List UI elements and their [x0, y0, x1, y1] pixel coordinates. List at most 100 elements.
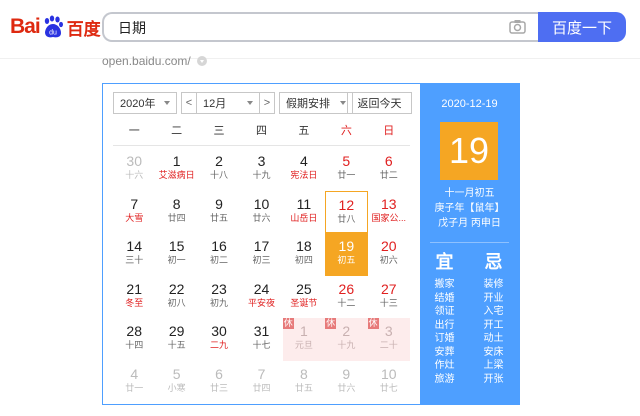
calendar-day-cell[interactable]: 6 廿三	[198, 361, 240, 404]
calendar-day-cell[interactable]: 4 廿一	[113, 361, 155, 404]
logo-text-cn: 百度	[66, 19, 101, 39]
calendar-day-cell[interactable]: 3 十九	[240, 148, 282, 191]
month-select[interactable]: 12月	[197, 92, 260, 114]
lunar-label: 二十	[379, 340, 398, 350]
yi-item: 出行	[434, 319, 455, 331]
calendar-day-cell[interactable]: 27 十三	[368, 276, 410, 319]
calendar-day-cell[interactable]: 19 初五	[325, 233, 368, 276]
calendar-day-cell[interactable]: 25 圣诞节	[283, 276, 325, 319]
day-number: 30	[126, 153, 142, 169]
day-number: 25	[296, 280, 312, 297]
lunar-label: 冬至	[125, 297, 144, 308]
calendar-day-cell[interactable]: 23 初九	[198, 276, 240, 319]
lunar-info: 十一月初五 庚子年【鼠年】 戊子月 丙申日	[420, 186, 519, 231]
calendar-day-cell[interactable]: 30 二九	[198, 318, 240, 361]
yi-column: 宜 搬家 结婚 领证 出行 订婚 安葬 作灶 旅游	[420, 248, 469, 386]
calendar-day-cell[interactable]: 15 初一	[155, 233, 197, 276]
calendar-day-cell[interactable]: 10 廿七	[368, 361, 410, 404]
holiday-rest-badge: 休	[282, 318, 294, 329]
calendar-day-cell[interactable]: 4 宪法日	[283, 148, 325, 191]
calendar-day-cell[interactable]: 16 初二	[198, 233, 240, 276]
lunar-label: 廿五	[210, 212, 229, 223]
calendar-day-cell[interactable]: 14 三十	[113, 233, 155, 276]
year-select-value: 2020年	[120, 98, 156, 110]
result-url[interactable]: open.baidu.com/	[102, 54, 207, 68]
lunar-month-day: 戊子月 丙申日	[438, 218, 501, 229]
calendar-day-cell[interactable]: 28 十四	[113, 318, 155, 361]
ji-column: 忌 装修 开业 入宅 开工 动土 安床 上梁 开张	[469, 248, 518, 386]
yi-item: 搬家	[434, 279, 455, 290]
camera-icon[interactable]	[509, 19, 526, 39]
calendar-day-cell[interactable]: 13 国家公...	[368, 191, 410, 234]
calendar-day-cell[interactable]: 20 初六	[368, 233, 410, 276]
day-number: 21	[126, 280, 142, 297]
result-url-text[interactable]: open.baidu.com/	[102, 54, 191, 68]
calendar-day-cell[interactable]: 24 平安夜	[240, 276, 282, 319]
prev-month-button[interactable]: <	[181, 92, 197, 114]
day-number: 16	[211, 238, 227, 254]
calendar-day-cell[interactable]: 休 1 元旦	[282, 318, 326, 361]
search-box	[102, 12, 538, 42]
calendar-day-cell[interactable]: 8 廿五	[283, 361, 325, 404]
calendar-day-cell[interactable]: 9 廿六	[325, 361, 367, 404]
lunar-label: 廿六	[337, 382, 356, 393]
calendar-day-cell[interactable]: 7 大雪	[113, 191, 155, 234]
calendar-day-cell[interactable]: 12 廿八	[325, 190, 368, 233]
calendar-day-cell[interactable]: 29 十五	[155, 318, 197, 361]
calendar-day-cell[interactable]: 休 3 二十	[367, 318, 410, 361]
calendar-controls: 2020年 < 12月 > 假期安排	[113, 92, 353, 114]
lunar-label: 初四	[294, 255, 313, 265]
chevron-down-icon[interactable]	[196, 56, 207, 66]
calendar-day-cell[interactable]: 7 廿四	[240, 361, 282, 404]
calendar-day-cell[interactable]: 休 2 十九	[325, 318, 368, 361]
lunar-label: 平安夜	[247, 297, 275, 308]
lunar-label: 十九	[252, 170, 271, 180]
lunar-label: 十三	[379, 297, 398, 308]
holiday-select[interactable]: 假期安排	[279, 92, 353, 114]
lunar-label: 十八	[210, 170, 229, 180]
baidu-logo[interactable]: Bai du 百度	[10, 12, 101, 42]
calendar-main: 2020年 < 12月 > 假期安排 返回今天 一 二 三 四 五 六 日 30…	[103, 84, 420, 404]
day-number: 2	[215, 153, 223, 169]
search-input[interactable]	[116, 19, 500, 37]
calendar-day-cell[interactable]: 1 艾滋病日	[155, 148, 197, 191]
lunar-label: 十二	[337, 297, 356, 308]
day-number: 3	[257, 153, 266, 169]
calendar-day-cell[interactable]: 10 廿六	[240, 191, 282, 234]
calendar-day-cell[interactable]: 21 冬至	[113, 276, 155, 319]
day-number: 13	[380, 195, 397, 212]
day-number: 4	[300, 153, 308, 169]
lunar-label: 小寒	[167, 382, 186, 393]
calendar-day-cell[interactable]: 6 廿二	[368, 148, 410, 191]
lunar-label: 十四	[125, 340, 144, 350]
calendar-day-cell[interactable]: 5 廿一	[325, 148, 367, 191]
calendar-week-row: 4 廿一 5 小寒 6 廿三 7 廿四 8 廿五 9 廿六 10 廿七	[113, 361, 410, 404]
lunar-label: 廿四	[252, 382, 271, 393]
chevron-down-icon	[164, 101, 170, 105]
day-number: 18	[296, 238, 312, 254]
calendar-day-cell[interactable]: 31 十七	[240, 318, 282, 361]
search-button[interactable]: 百度一下	[538, 12, 626, 42]
lunar-date: 十一月初五	[444, 188, 495, 199]
day-number: 19	[338, 238, 355, 254]
year-select[interactable]: 2020年	[113, 92, 177, 114]
calendar-day-cell[interactable]: 11 山岳日	[283, 191, 325, 234]
calendar-day-cell[interactable]: 2 十八	[198, 148, 240, 191]
calendar-day-cell[interactable]: 22 初八	[155, 276, 197, 319]
calendar-day-cell[interactable]: 9 廿五	[198, 191, 240, 234]
calendar-day-cell[interactable]: 26 十二	[325, 276, 367, 319]
lunar-label: 十九	[337, 340, 356, 350]
lunar-label: 廿三	[210, 382, 229, 393]
calendar-day-cell[interactable]: 8 廿四	[155, 191, 197, 234]
lunar-label: 廿二	[379, 170, 398, 180]
calendar-day-cell[interactable]: 18 初四	[283, 233, 325, 276]
calendar-day-cell[interactable]: 30 十六	[113, 148, 155, 191]
weekday-header: 一 二 三 四 五 六 日	[113, 122, 410, 142]
next-month-button[interactable]: >	[260, 92, 275, 114]
logo-text-du: du	[49, 30, 57, 37]
back-to-today-button[interactable]: 返回今天	[347, 92, 412, 114]
calendar-day-cell[interactable]: 5 小寒	[155, 361, 197, 404]
day-number: 23	[211, 280, 227, 297]
lunar-label: 初六	[379, 255, 398, 265]
calendar-day-cell[interactable]: 17 初三	[240, 233, 282, 276]
